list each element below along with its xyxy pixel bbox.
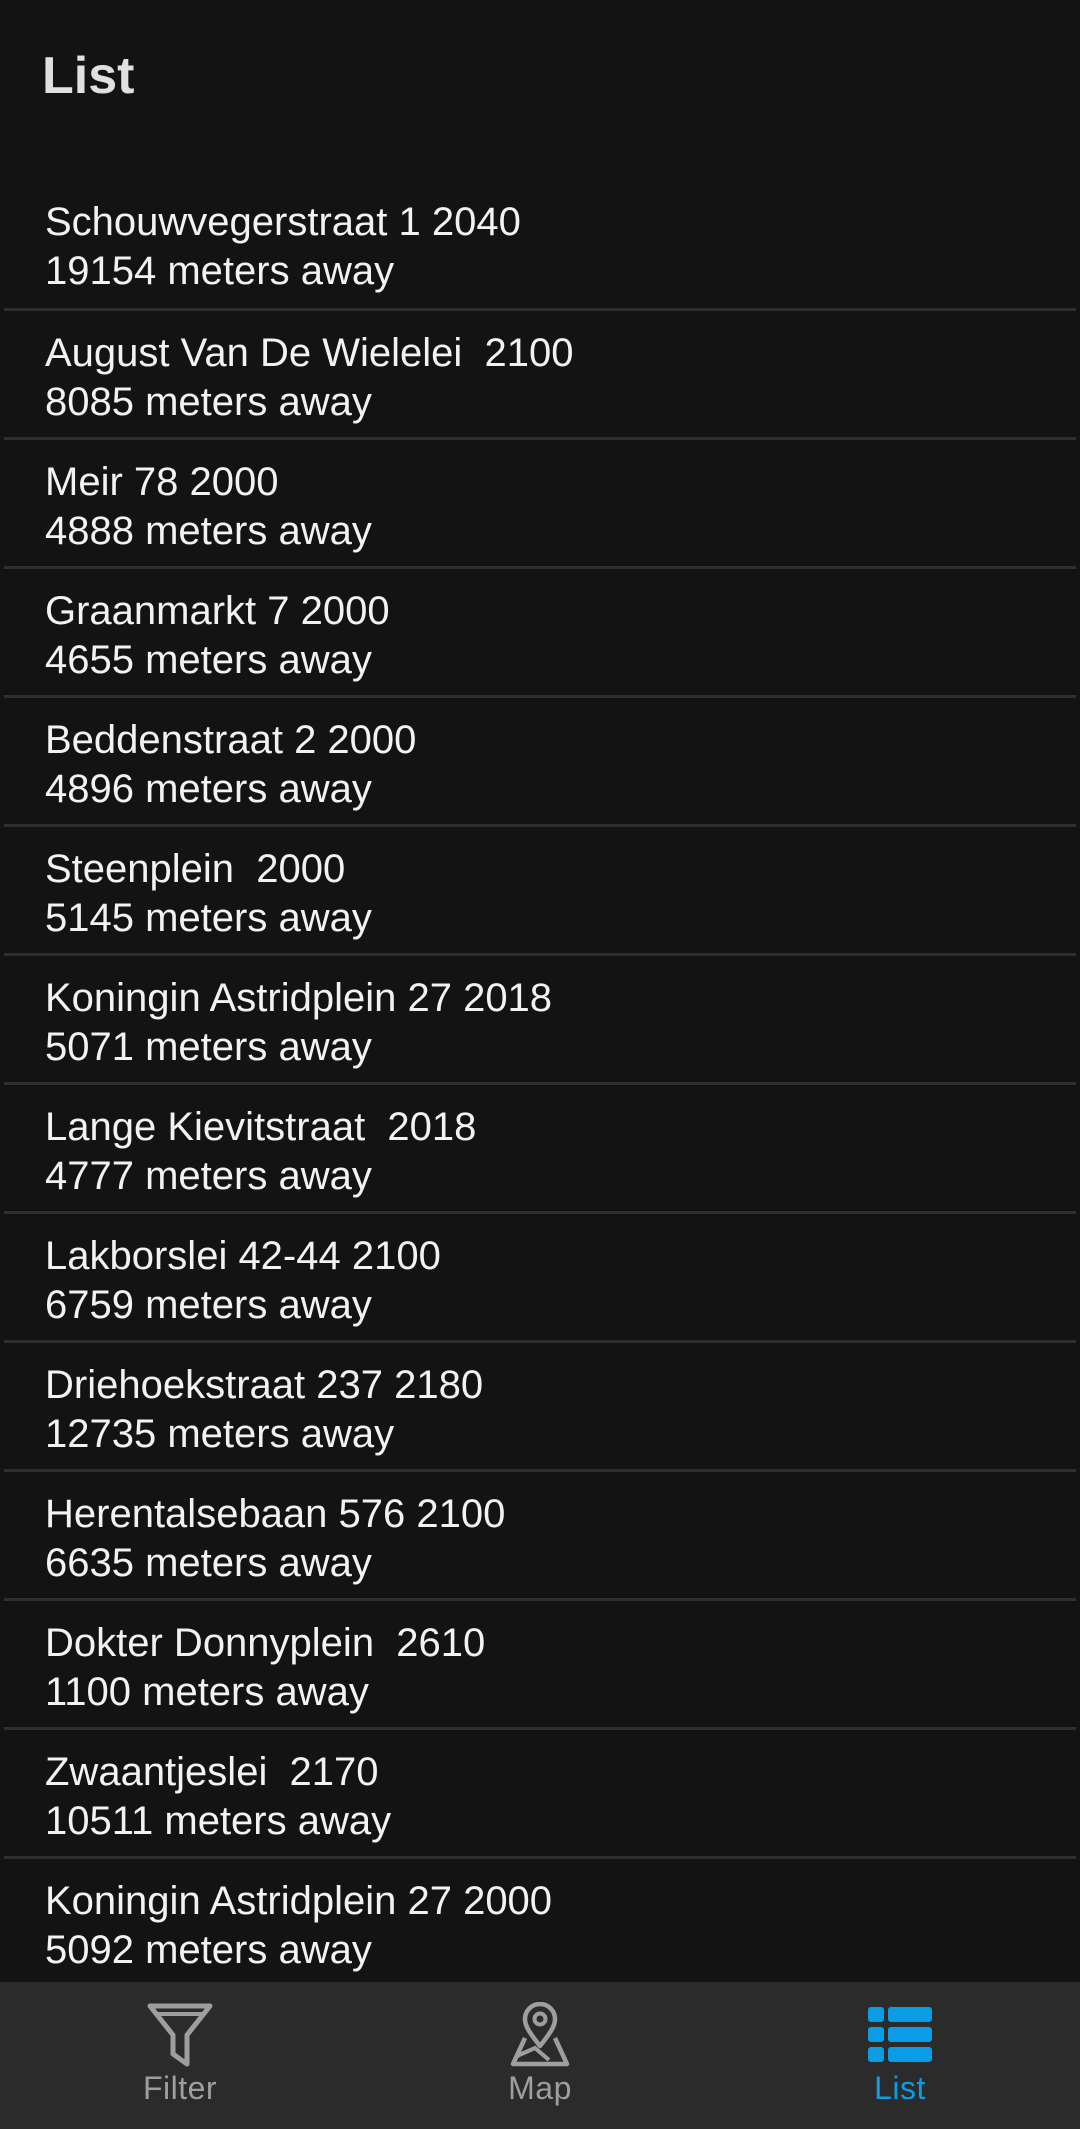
- item-address: Steenplein 2000: [45, 847, 346, 891]
- item-distance: 10511 meters away: [45, 1799, 392, 1843]
- location-list[interactable]: Schouwvegerstraat 1 2040 19154 meters aw…: [0, 181, 1080, 1988]
- item-distance: 6635 meters away: [45, 1541, 372, 1585]
- tab-list[interactable]: List: [720, 1982, 1080, 2129]
- list-item[interactable]: Schouwvegerstraat 1 2040 19154 meters aw…: [0, 181, 1080, 311]
- tab-map-label: Map: [508, 2070, 572, 2106]
- item-distance: 19154 meters away: [45, 249, 395, 293]
- list-item[interactable]: Graanmarkt 7 2000 4655 meters away: [0, 569, 1080, 698]
- list-item[interactable]: Meir 78 2000 4888 meters away: [0, 440, 1080, 569]
- item-address: Graanmarkt 7 2000: [45, 589, 390, 633]
- tab-list-label: List: [874, 2070, 926, 2106]
- list-item[interactable]: August Van De Wielelei 2100 8085 meters …: [0, 311, 1080, 440]
- page-title: List: [42, 47, 135, 105]
- list-icon: [868, 2007, 932, 2062]
- item-distance: 12735 meters away: [45, 1412, 395, 1456]
- filter-icon: [147, 2003, 213, 2067]
- item-distance: 4655 meters away: [45, 638, 372, 682]
- item-address: Driehoekstraat 237 2180: [45, 1363, 484, 1407]
- item-distance: 1100 meters away: [45, 1670, 369, 1714]
- item-address: August Van De Wielelei 2100: [45, 331, 574, 375]
- list-item[interactable]: Dokter Donnyplein 2610 1100 meters away: [0, 1601, 1080, 1730]
- tab-map[interactable]: Map: [360, 1982, 720, 2129]
- item-address: Beddenstraat 2 2000: [45, 718, 417, 762]
- tab-filter-label: Filter: [142, 2070, 218, 2106]
- item-address: Lakborslei 42-44 2100: [45, 1234, 441, 1278]
- item-address: Zwaantjeslei 2170: [45, 1750, 379, 1794]
- item-distance: 8085 meters away: [45, 380, 372, 424]
- item-address: Meir 78 2000: [45, 460, 279, 504]
- item-address: Koningin Astridplein 27 2018: [45, 976, 553, 1020]
- list-item[interactable]: Zwaantjeslei 2170 10511 meters away: [0, 1730, 1080, 1859]
- item-distance: 4888 meters away: [45, 509, 372, 553]
- header: List: [0, 0, 1080, 160]
- app-screen: List Schouwvegerstraat 1 2040 19154 mete…: [0, 0, 1080, 2129]
- list-item[interactable]: Lange Kievitstraat 2018 4777 meters away: [0, 1085, 1080, 1214]
- list-item[interactable]: Driehoekstraat 237 2180 12735 meters awa…: [0, 1343, 1080, 1472]
- item-distance: 4896 meters away: [45, 767, 372, 811]
- item-distance: 5092 meters away: [45, 1928, 372, 1972]
- item-distance: 5071 meters away: [45, 1025, 372, 1069]
- bottom-navigation: Filter Map List: [0, 1982, 1080, 2129]
- item-address: Lange Kievitstraat 2018: [45, 1105, 477, 1149]
- item-address: Dokter Donnyplein 2610: [45, 1621, 486, 1665]
- item-address: Koningin Astridplein 27 2000: [45, 1879, 553, 1923]
- list-item[interactable]: Koningin Astridplein 27 2000 5092 meters…: [0, 1859, 1080, 1988]
- item-distance: 6759 meters away: [45, 1283, 372, 1327]
- list-item[interactable]: Herentalsebaan 576 2100 6635 meters away: [0, 1472, 1080, 1601]
- item-distance: 5145 meters away: [45, 896, 372, 940]
- item-address: Schouwvegerstraat 1 2040: [45, 200, 521, 244]
- item-distance: 4777 meters away: [45, 1154, 372, 1198]
- list-item[interactable]: Beddenstraat 2 2000 4896 meters away: [0, 698, 1080, 827]
- list-item[interactable]: Koningin Astridplein 27 2018 5071 meters…: [0, 956, 1080, 1085]
- list-item[interactable]: Lakborslei 42-44 2100 6759 meters away: [0, 1214, 1080, 1343]
- item-address: Herentalsebaan 576 2100: [45, 1492, 506, 1536]
- tab-filter[interactable]: Filter: [0, 1982, 360, 2129]
- list-item[interactable]: Steenplein 2000 5145 meters away: [0, 827, 1080, 956]
- map-pin-icon: [510, 2002, 570, 2067]
